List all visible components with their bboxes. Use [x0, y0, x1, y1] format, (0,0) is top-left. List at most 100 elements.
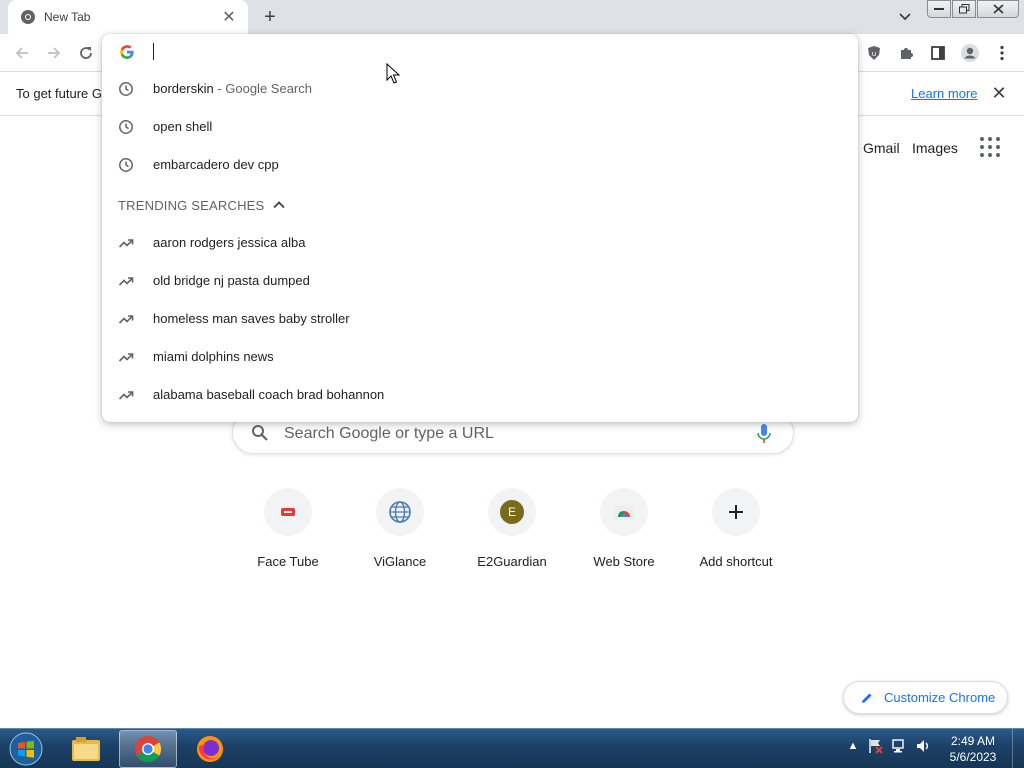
clock-date: 5/6/2023: [949, 750, 997, 764]
trending-arrow-icon: [118, 239, 134, 248]
shortcuts-grid: Face Tube ViGlance E E2Guardian Web Stor…: [232, 488, 792, 578]
windows-logo-icon: [9, 732, 43, 766]
avatar-icon: [961, 44, 979, 62]
trending-row[interactable]: miami dolphins news: [102, 338, 858, 376]
letter-e-icon: E: [488, 488, 536, 536]
plus-icon: [712, 488, 760, 536]
omnibox-input[interactable]: [102, 34, 858, 70]
suggestion-text: borderskin: [153, 81, 214, 96]
svg-text:u: u: [872, 50, 876, 58]
shortcut-tile[interactable]: Add shortcut: [680, 488, 792, 578]
customize-chrome-label: Customize Chrome: [884, 690, 996, 705]
shield-icon: u: [868, 46, 880, 60]
history-clock-icon: [119, 120, 133, 134]
menu-button[interactable]: [990, 41, 1014, 65]
taskbar-chrome[interactable]: [119, 730, 177, 768]
windows-taskbar: ▲ 2:49 AM 5/6/2023: [0, 728, 1024, 768]
google-apps-icon[interactable]: [980, 137, 1000, 157]
shortcut-label: E2Guardian: [477, 554, 547, 569]
tab-strip: New Tab ✕ +: [0, 0, 1024, 34]
microphone-icon[interactable]: [755, 423, 773, 445]
arrow-right-icon: [48, 47, 61, 59]
firefox-icon: [197, 736, 223, 762]
shortcut-tile[interactable]: Face Tube: [232, 488, 344, 578]
ublock-extension-button[interactable]: u: [862, 41, 886, 65]
show-desktop-button[interactable]: [1012, 729, 1024, 768]
history-clock-icon: [119, 158, 133, 172]
volume-icon[interactable]: [914, 737, 932, 755]
forward-button[interactable]: [42, 41, 66, 65]
shortcut-label: Add shortcut: [699, 554, 773, 569]
shortcut-label: Web Store: [593, 554, 655, 569]
omnibox-dropdown: borderskin - Google Search open shell em…: [102, 34, 858, 422]
taskbar-firefox[interactable]: [181, 730, 239, 768]
window-minimize-button[interactable]: [927, 0, 951, 18]
suggestion-row[interactable]: open shell: [102, 108, 858, 146]
shortcut-tile[interactable]: Web Store: [568, 488, 680, 578]
infobar-close-icon[interactable]: ✕: [990, 83, 1008, 103]
tab-title: New Tab: [44, 10, 91, 24]
window-restore-button[interactable]: [952, 0, 976, 18]
minimize-icon: [934, 8, 944, 10]
extensions-button[interactable]: [894, 41, 918, 65]
facetube-icon: [264, 488, 312, 536]
network-icon[interactable]: [890, 737, 908, 755]
search-icon: [252, 425, 268, 441]
shortcut-tile[interactable]: ViGlance: [344, 488, 456, 578]
trending-text: homeless man saves baby stroller: [153, 311, 350, 326]
window-close-button[interactable]: [977, 0, 1019, 18]
tab-close-icon[interactable]: ✕: [220, 8, 238, 26]
trending-row[interactable]: alabama baseball coach brad bohannon: [102, 376, 858, 414]
suggestion-row[interactable]: embarcadero dev cpp: [102, 146, 858, 184]
trending-arrow-icon: [118, 277, 134, 286]
shortcut-tile[interactable]: E E2Guardian: [456, 488, 568, 578]
chrome-icon: [134, 735, 162, 763]
search-placeholder: Search Google or type a URL: [284, 425, 494, 442]
trending-text: miami dolphins news: [153, 349, 274, 364]
shortcut-label: Face Tube: [257, 554, 319, 569]
trending-arrow-icon: [118, 315, 134, 324]
gmail-link[interactable]: Gmail: [863, 140, 900, 156]
action-center-flag-icon[interactable]: [866, 737, 884, 755]
close-icon: [992, 4, 1004, 14]
kebab-menu-icon: [1000, 45, 1004, 61]
tray-expand-icon[interactable]: ▲: [844, 737, 862, 755]
restore-icon: [958, 4, 969, 14]
trending-row[interactable]: homeless man saves baby stroller: [102, 300, 858, 338]
learn-more-link[interactable]: Learn more: [911, 86, 977, 101]
suggestion-row[interactable]: borderskin - Google Search: [102, 70, 858, 108]
taskbar-explorer[interactable]: [57, 730, 115, 768]
globe-icon: [376, 488, 424, 536]
trending-text: aaron rodgers jessica alba: [153, 235, 306, 250]
images-link[interactable]: Images: [912, 140, 958, 156]
back-button[interactable]: [10, 41, 34, 65]
tab-new-tab[interactable]: New Tab ✕: [8, 0, 248, 34]
shortcut-label: ViGlance: [373, 554, 427, 569]
start-button[interactable]: [6, 731, 46, 767]
trending-row[interactable]: old bridge nj pasta dumped: [102, 262, 858, 300]
folder-icon: [72, 737, 100, 761]
profile-button[interactable]: [958, 41, 982, 65]
webstore-icon: [600, 488, 648, 536]
history-clock-icon: [119, 82, 133, 96]
suggestion-text: open shell: [153, 119, 213, 134]
arrow-left-icon: [15, 47, 28, 59]
trending-searches-header: TRENDING SEARCHES: [118, 198, 265, 213]
new-tab-button[interactable]: +: [258, 5, 282, 29]
chevron-down-icon: [899, 13, 911, 21]
trending-row[interactable]: aaron rodgers jessica alba: [102, 224, 858, 262]
customize-chrome-button[interactable]: Customize Chrome: [843, 681, 1008, 714]
text-caret: [153, 43, 154, 60]
trending-arrow-icon: [118, 353, 134, 362]
mouse-cursor-icon: [386, 63, 400, 84]
pencil-icon: [862, 693, 872, 703]
reload-button[interactable]: [74, 41, 98, 65]
trending-text: old bridge nj pasta dumped: [153, 273, 310, 288]
system-clock[interactable]: 2:49 AM 5/6/2023: [940, 733, 1006, 765]
side-panel-icon: [931, 46, 945, 60]
side-panel-button[interactable]: [926, 41, 950, 65]
letter-e-avatar: E: [500, 500, 524, 524]
tab-search-button[interactable]: [894, 6, 916, 28]
chevron-up-icon[interactable]: [272, 198, 286, 212]
suggestion-text: embarcadero dev cpp: [153, 157, 279, 172]
